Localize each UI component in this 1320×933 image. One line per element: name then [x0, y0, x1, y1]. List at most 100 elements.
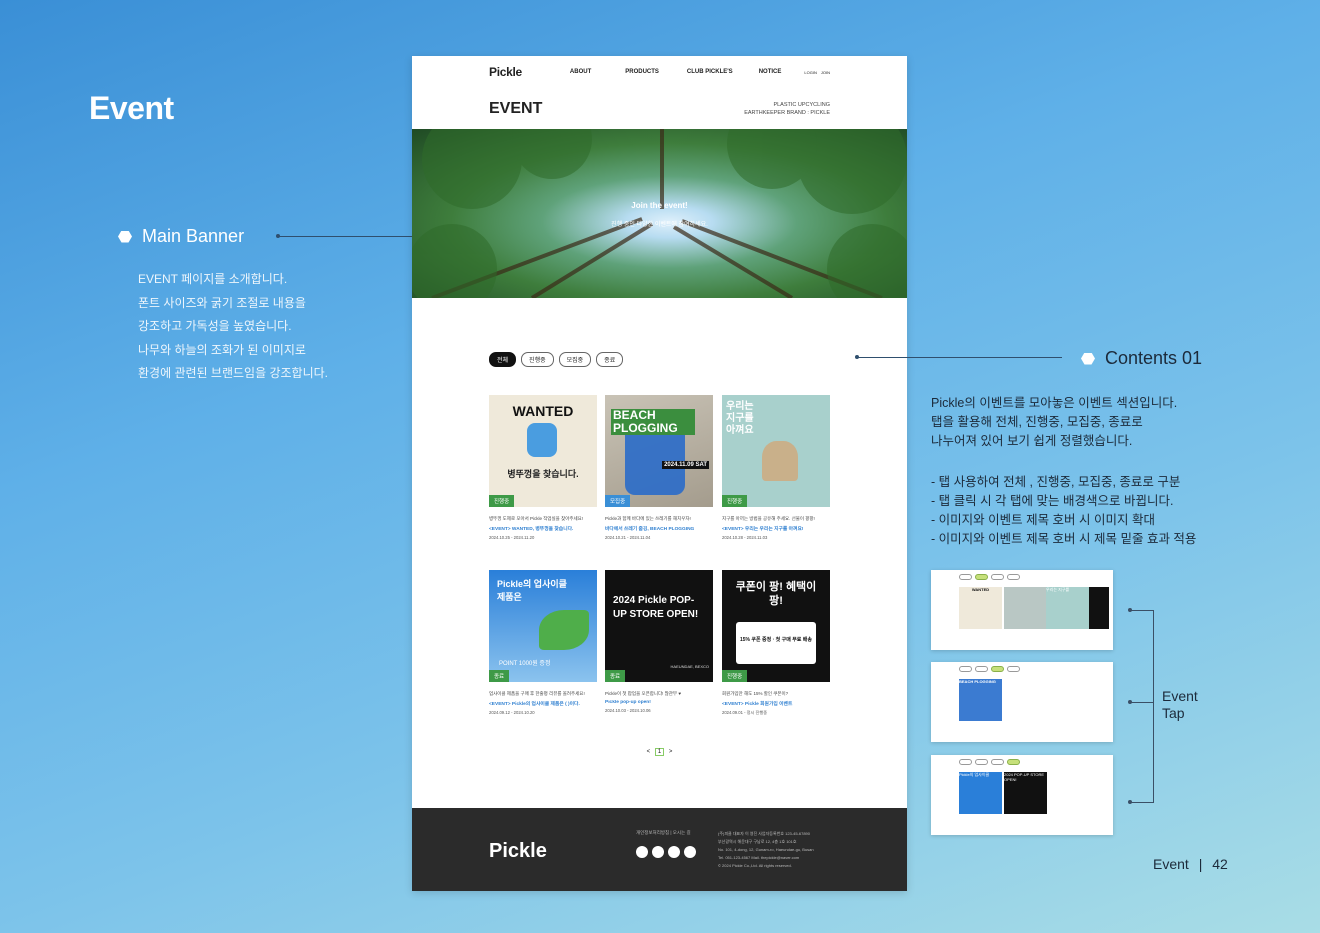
hexagon-bullet-icon	[118, 230, 132, 243]
status-badge: 종료	[489, 670, 510, 682]
preview-tabs	[959, 759, 1020, 765]
footer-logo: Pickle	[489, 840, 547, 862]
card-title[interactable]: <EVENT> 우리는 우리는 지구를 아껴요!	[722, 525, 830, 532]
instagram-icon[interactable]	[652, 846, 664, 858]
card-description: 병뚜껑 도제로 모아서 Pickle 작업실을 찾아주세요!	[489, 516, 584, 521]
event-thumbnail[interactable]: 쿠폰이 팡! 혜택이 팡! 15% 쿠폰 증정 · 첫 구매 무료 배송 진행중	[722, 570, 830, 682]
event-card[interactable]: 2024 Pickle POP-UP STORE OPEN! HAEUNDAE,…	[605, 570, 713, 713]
card-description: 지구를 아끼는 방법을 공유해 주세요. 선물이 팡팡!	[722, 516, 815, 521]
contents-intro: Pickle의 이벤트를 모아놓은 이벤트 섹션입니다. 탭을 활용해 전체, …	[931, 394, 1177, 451]
desc-line: 나무와 하늘의 조화가 된 이미지로	[138, 342, 306, 357]
thumb-title: 쿠폰이 팡! 혜택이 팡!	[735, 581, 817, 607]
prev-page-button[interactable]: <	[647, 749, 651, 755]
card-title[interactable]: Pickle pop-up open!	[605, 700, 713, 705]
pagination: < 1 >	[412, 748, 907, 756]
main-banner-connector	[278, 236, 412, 237]
tab-ongoing[interactable]: 진행중	[521, 352, 554, 367]
card-title[interactable]: <EVENT> Pickle의 업사이클 제품은 ( )이다.	[489, 700, 597, 707]
card-date: 2024.10.21 - 2024.11.04	[605, 535, 651, 540]
event-thumbnail[interactable]: BEACH PLOGGING 2024.11.09 SAT 모집중	[605, 395, 713, 507]
card-title[interactable]: <EVENT> Pickle 회원가입 이벤트	[722, 700, 830, 707]
tap-label-line: Event	[1162, 688, 1198, 704]
status-badge: 종료	[605, 670, 626, 682]
footer-links[interactable]: 개인정보처리방침 | 오시는 길	[636, 830, 691, 836]
intro-line: 탭을 활용해 전체, 진행중, 모집중, 종료로	[931, 415, 1143, 429]
event-thumbnail[interactable]: 우리는 지구를 아껴요 진행중	[722, 395, 830, 507]
card-date: 2024.09.01 - 정시 진행중	[722, 710, 768, 715]
hexagon-bullet-icon	[1081, 352, 1095, 365]
connector-dot	[1128, 608, 1132, 612]
event-heading: EVENT	[489, 100, 543, 117]
nav-club-pickles[interactable]: CLUB PICKLE'S	[687, 69, 733, 75]
card-title[interactable]: 바다에서 쓰레기 줍깅, BEACH PLOGGING	[605, 525, 713, 532]
event-card[interactable]: Pickle의 업사이클 제품은 POINT 1000원 증정 종료 업사이클 …	[489, 570, 597, 715]
card-description: Pickle과 함께 바다에 있는 쓰레기를 해치우자!	[605, 516, 691, 521]
site-nav: Pickle ABOUT PRODUCTS CLUB PICKLE'S NOTI…	[489, 64, 830, 80]
brand-tagline: PLASTIC UPCYCLING EARTHKEEPER BRAND : PI…	[744, 101, 830, 117]
thumb-title: 2024 Pickle POP-UP STORE OPEN!	[613, 595, 699, 620]
intro-line: Pickle의 이벤트를 모아놓은 이벤트 섹션입니다.	[931, 396, 1178, 410]
tree-canopy-graphic	[412, 129, 907, 298]
main-banner-heading: Main Banner	[118, 226, 244, 247]
status-badge: 진행중	[722, 495, 748, 507]
tab-ended[interactable]: 종료	[596, 352, 624, 367]
footer-separator: |	[1198, 856, 1203, 872]
footer-info-line: No. 101, 4-dong, 12, Gunam-ro, Haeundae-…	[718, 847, 814, 852]
bracket-tick	[1130, 610, 1153, 611]
nav-products[interactable]: PRODUCTS	[625, 69, 659, 75]
thumb-subtitle: POINT 1000원 증정	[499, 661, 551, 667]
preview-thumbnail: 우리는 지구를	[1046, 587, 1089, 629]
bullet-line: - 이미지와 이벤트 제목 호버 시 이미지 확대	[931, 513, 1155, 527]
bullet-line: - 이미지와 이벤트 제목 호버 시 제목 밑줄 효과 적용	[931, 532, 1197, 546]
status-badge: 진행중	[489, 495, 515, 507]
card-description: Pickle이 첫 팝업을 오픈합니다! 많관부 ♥	[605, 691, 681, 696]
event-card[interactable]: WANTED 병뚜껑을 찾습니다. 진행중 병뚜껑 도제로 모아서 Pickle…	[489, 395, 597, 540]
preview-thumbnail: WANTED	[959, 587, 1002, 629]
thumb-subtitle: 15% 쿠폰 증정 · 첫 구매 무료 배송	[740, 637, 812, 643]
footer-info-line: © 2024 Pickle Co.,Ltd. All rights reserv…	[718, 863, 792, 868]
event-thumbnail[interactable]: WANTED 병뚜껑을 찾습니다. 진행중	[489, 395, 597, 507]
thumb-title: BEACH PLOGGING	[611, 409, 695, 435]
event-card[interactable]: BEACH PLOGGING 2024.11.09 SAT 모집중 Pickle…	[605, 395, 713, 540]
event-thumbnail[interactable]: 2024 Pickle POP-UP STORE OPEN! HAEUNDAE,…	[605, 570, 713, 682]
card-title[interactable]: <EVENT> WANTED, 병뚜껑을 찾습니다.	[489, 525, 597, 532]
event-card[interactable]: 우리는 지구를 아껴요 진행중 지구를 아끼는 방법을 공유해 주세요. 선물이…	[722, 395, 830, 540]
forest-banner: Join the event! 진행 중인 다양한 이벤트에 참여하세요.	[412, 129, 907, 298]
tab-all[interactable]: 전체	[489, 352, 517, 367]
nav-menu: ABOUT PRODUCTS CLUB PICKLE'S NOTICE	[570, 69, 781, 75]
tab-preview-all: WANTED 우리는 지구를	[931, 570, 1113, 650]
connector-dot	[276, 234, 280, 238]
desc-line: 강조하고 가독성을 높였습니다.	[138, 319, 292, 333]
talk-icon[interactable]	[668, 846, 680, 858]
card-description: 업사이클 제품을 구매 후 한줄평 리뷰를 올려주세요!	[489, 691, 585, 696]
nav-notice[interactable]: NOTICE	[759, 69, 782, 75]
join-link[interactable]: JOIN	[821, 70, 830, 75]
nav-about[interactable]: ABOUT	[570, 69, 591, 75]
preview-tabs	[959, 666, 1020, 672]
event-thumbnail[interactable]: Pickle의 업사이클 제품은 POINT 1000원 증정 종료	[489, 570, 597, 682]
tab-recruiting[interactable]: 모집중	[558, 352, 592, 367]
thumb-subtitle: 2024.11.09 SAT	[662, 461, 709, 469]
login-link[interactable]: LOGIN	[804, 70, 816, 75]
coupon-graphic	[736, 622, 816, 664]
next-page-button[interactable]: >	[669, 749, 673, 755]
footer-info-line: (주)피클 대표자 이 영진 사업자등록번호 123-45-67890	[718, 831, 811, 836]
sns-icons	[636, 846, 696, 858]
preview-thumbnail: BEACH PLOGGING	[959, 679, 1002, 721]
banner-subtitle: 진행 중인 다양한 이벤트에 참여하세요.	[611, 222, 708, 228]
site-logo[interactable]: Pickle	[489, 65, 522, 79]
youtube-icon[interactable]	[684, 846, 696, 858]
intro-line: 나누어져 있어 보기 쉽게 정렬했습니다.	[931, 434, 1133, 448]
page-number-button[interactable]: 1	[654, 748, 665, 756]
facebook-icon[interactable]	[636, 846, 648, 858]
connector-dot	[855, 355, 859, 359]
banner-title: Join the event!	[631, 201, 688, 210]
bullet-line: - 탭 사용하여 전체 , 진행중, 모집중, 종료로 구분	[931, 475, 1181, 489]
tab-preview-ended: Pickle의 업사이클 2024 POP-UP STORE OPEN!	[931, 755, 1113, 835]
brand-line: EARTHKEEPER BRAND : PICKLE	[744, 110, 830, 116]
preview-thumbnail: Pickle의 업사이클	[959, 772, 1002, 814]
main-banner-description: EVENT 페이지를 소개합니다. 폰트 사이즈와 굵기 조절로 내용을 강조하…	[138, 268, 328, 386]
connector-dot	[1128, 700, 1132, 704]
preview-tabs	[959, 574, 1020, 580]
event-card[interactable]: 쿠폰이 팡! 혜택이 팡! 15% 쿠폰 증정 · 첫 구매 무료 배송 진행중…	[722, 570, 830, 716]
